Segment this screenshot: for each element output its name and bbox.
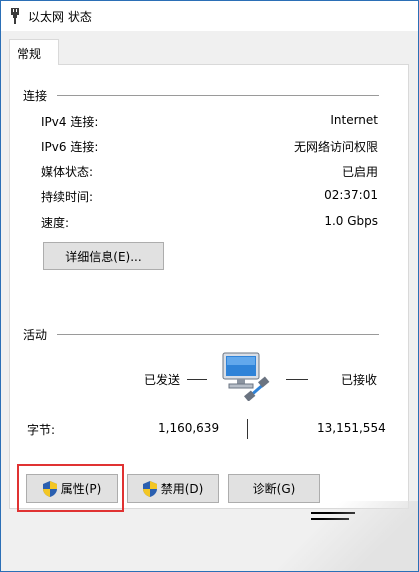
received-dash: [286, 379, 308, 380]
bytes-separator: [247, 419, 248, 439]
duration-value: 02:37:01: [324, 188, 378, 202]
activity-section-label: 活动: [23, 328, 48, 342]
bytes-received-value: 13,151,554: [317, 421, 386, 435]
activity-divider: [57, 334, 379, 335]
duration-label: 持续时间:: [41, 190, 94, 204]
properties-highlight-box: [17, 464, 124, 512]
window-title: 以太网 状态: [28, 10, 92, 24]
sent-label: 已发送: [144, 373, 181, 387]
details-button-label: 详细信息(E)...: [65, 249, 142, 264]
watermark-overlay: [278, 501, 418, 571]
sent-dash: [187, 379, 207, 380]
title-bar[interactable]: 以太网 状态: [1, 1, 418, 31]
ethernet-status-window: 以太网 状态 常规 连接 IPv4 连接: Internet IPv6 连接: …: [0, 0, 419, 572]
connection-divider: [57, 95, 379, 96]
connection-section-label: 连接: [23, 89, 48, 103]
speed-value: 1.0 Gbps: [324, 214, 378, 228]
general-panel: [9, 64, 409, 509]
tab-general-label: 常规: [17, 47, 42, 61]
diagnose-button-label: 诊断(G): [252, 482, 296, 496]
received-label: 已接收: [341, 373, 378, 387]
bytes-sent-value: 1,160,639: [158, 421, 220, 435]
tab-general[interactable]: 常规: [9, 39, 59, 65]
bytes-label: 字节:: [27, 423, 56, 437]
ipv6-value: 无网络访问权限: [293, 140, 378, 154]
ipv4-label: IPv4 连接:: [41, 115, 99, 129]
ipv4-value: Internet: [330, 113, 378, 127]
uac-shield-icon: [142, 480, 157, 497]
network-computer-icon: [222, 352, 270, 401]
disable-button-label: 禁用(D): [160, 482, 204, 496]
ipv6-label: IPv6 连接:: [41, 140, 99, 154]
disable-button[interactable]: 禁用(D): [127, 474, 219, 503]
ethernet-plug-icon: [11, 8, 19, 24]
media-state-label: 媒体状态:: [41, 165, 94, 179]
media-state-value: 已启用: [341, 165, 378, 179]
speed-label: 速度:: [41, 216, 70, 230]
details-button[interactable]: 详细信息(E)...: [43, 242, 164, 270]
diagnose-button[interactable]: 诊断(G): [228, 474, 320, 503]
